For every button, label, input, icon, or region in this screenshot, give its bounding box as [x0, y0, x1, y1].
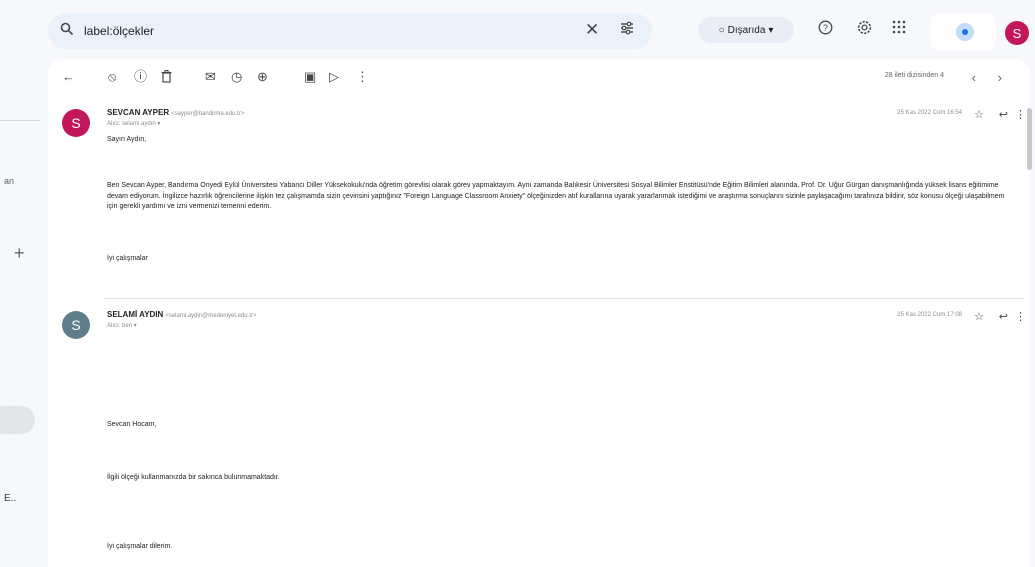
message-date: 25 Kas 2022 Cum 16:54 — [897, 110, 962, 116]
scrollbar[interactable] — [1027, 108, 1032, 170]
settings-icon[interactable] — [857, 20, 872, 39]
message-more-icon[interactable]: ⋮ — [1015, 310, 1026, 323]
sender-name: SEVCAN AYPER <sayper@bandirma.edu.tr> — [107, 108, 244, 117]
status-dropdown[interactable]: ○ Dışarıda ▾ — [698, 17, 794, 43]
add-task-icon[interactable]: ⊕ — [257, 70, 268, 84]
move-to-icon[interactable]: ▣ — [304, 70, 316, 84]
snooze-icon[interactable]: ◷ — [231, 70, 242, 84]
delete-icon[interactable] — [161, 70, 172, 86]
next-page-icon[interactable]: › — [998, 70, 1002, 85]
email-message: S SEVCAN AYPER <sayper@bandirma.edu.tr> A… — [48, 103, 1030, 300]
sender-name: SELAMİ AYDIN <selami.aydin@medeniyet.edu.… — [107, 310, 256, 319]
message-date: 25 Kas 2022 Cum 17:08 — [897, 312, 962, 318]
sender-email: <sayper@bandirma.edu.tr> — [171, 111, 245, 117]
gemini-icon[interactable] — [956, 23, 974, 41]
star-icon[interactable]: ☆ — [974, 310, 984, 323]
chevron-down-icon: ▾ — [768, 24, 774, 36]
recipient-details[interactable]: Alıcı: selami aydın ▾ — [107, 120, 160, 127]
search-options-icon[interactable] — [620, 21, 634, 38]
left-sidebar: an + E.. — [0, 0, 47, 567]
reply-icon[interactable]: ↩ — [999, 310, 1008, 323]
email-message: S SELAMİ AYDIN <selami.aydin@medeniyet.ed… — [48, 305, 1030, 567]
info-icon[interactable]: ⓘ — [134, 70, 147, 84]
prev-page-icon[interactable]: ‹ — [972, 70, 976, 85]
account-avatar[interactable]: S — [1005, 21, 1029, 45]
message-more-icon[interactable]: ⋮ — [1015, 108, 1026, 121]
sidebar-partial-label-2[interactable]: E.. — [4, 493, 16, 504]
sender-name-text: SEVCAN AYPER — [107, 108, 170, 117]
message-greeting: Sevcan Hocam, — [107, 421, 157, 428]
more-options-icon[interactable]: ⋮ — [356, 70, 369, 84]
sender-email: <selami.aydin@medeniyet.edu.tr> — [165, 313, 257, 319]
star-icon[interactable]: ☆ — [974, 108, 984, 121]
message-greeting: Sayın Aydın, — [107, 136, 147, 143]
back-arrow-icon[interactable]: ← — [62, 70, 75, 84]
add-label-icon[interactable]: + — [14, 244, 25, 262]
sender-name-text: SELAMİ AYDIN — [107, 310, 164, 319]
pager-text: 28 ileti dizisinden 4 — [884, 72, 944, 79]
search-bar[interactable]: label:ölçekler ✕ — [48, 13, 652, 49]
message-body-line: İlgili ölçeği kullanmanızda bir sakınca … — [107, 474, 280, 481]
message-signoff: İyi çalışmalar dilerim. — [107, 543, 173, 550]
thread-toolbar: ← ⦸ ⓘ ✉ ◷ ⊕ ▣ ▷ ⋮ 28 ileti dizisinden 4 … — [48, 59, 1030, 99]
message-divider — [104, 298, 1024, 299]
status-label: Dışarıda — [727, 24, 766, 36]
sidebar-divider — [0, 120, 40, 121]
avatar[interactable]: S — [62, 109, 90, 137]
help-icon[interactable]: ? — [818, 20, 833, 39]
sidebar-item-selected[interactable] — [0, 406, 35, 434]
mark-unread-icon[interactable]: ✉ — [205, 70, 216, 84]
clear-search-icon[interactable]: ✕ — [585, 20, 599, 40]
label-icon[interactable]: ▷ — [329, 70, 339, 84]
message-paragraph: Ben Sevcan Ayper, Bandırma Onyedi Eylül … — [107, 182, 1005, 210]
gemini-panel[interactable] — [930, 13, 996, 51]
svg-text:?: ? — [823, 23, 828, 33]
sidebar-partial-label[interactable]: an — [4, 176, 14, 186]
report-spam-icon[interactable]: ⦸ — [108, 70, 116, 84]
avatar[interactable]: S — [62, 311, 90, 339]
search-icon[interactable] — [60, 22, 74, 39]
message-signoff: İyi çalışmalar — [107, 255, 148, 262]
recipient-details[interactable]: Alıcı: ben ▾ — [107, 322, 137, 329]
status-dot-icon: ○ — [718, 24, 725, 36]
apps-grid-icon[interactable] — [892, 20, 906, 38]
email-thread-card: ← ⦸ ⓘ ✉ ◷ ⊕ ▣ ▷ ⋮ 28 ileti dizisinden 4 … — [48, 59, 1030, 567]
search-input[interactable]: label:ölçekler — [84, 24, 154, 38]
reply-icon[interactable]: ↩ — [999, 108, 1008, 121]
